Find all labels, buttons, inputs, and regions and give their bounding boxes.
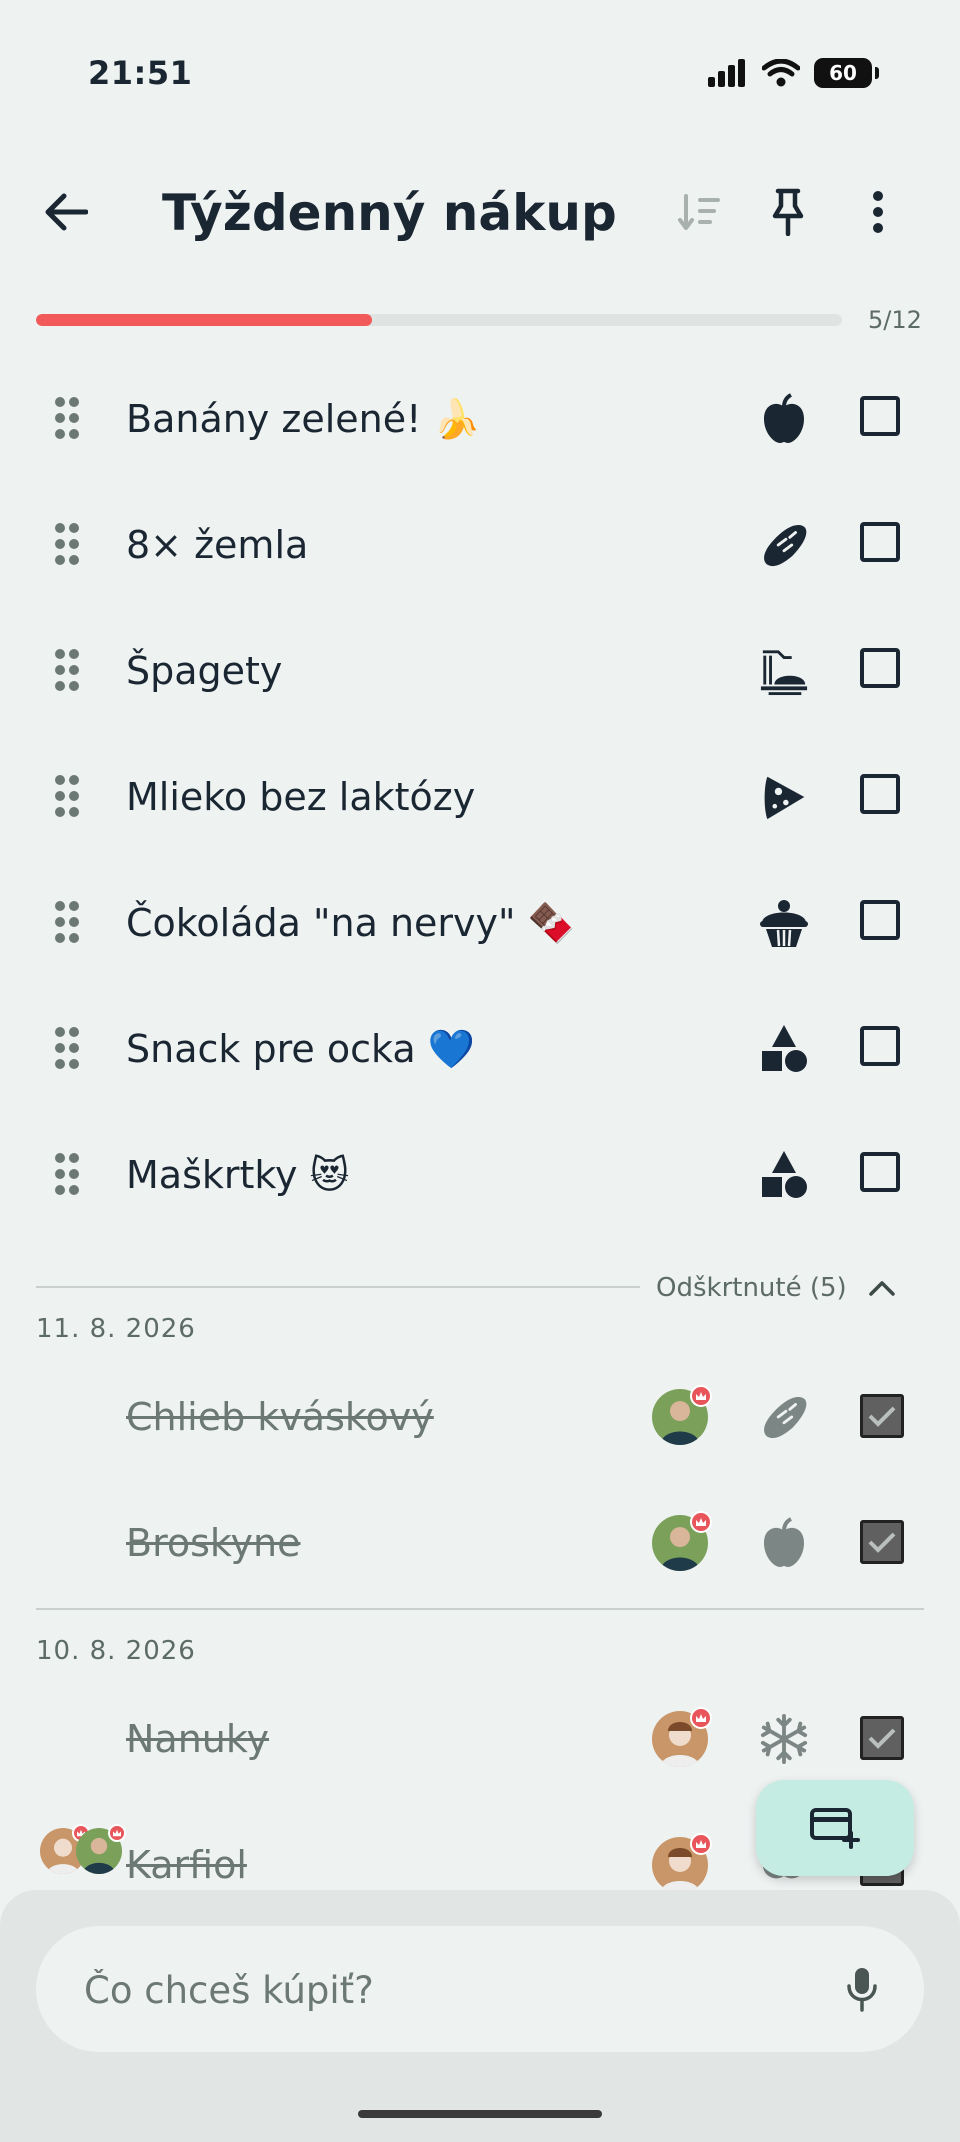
checked-item-label: Broskyne <box>126 1521 301 1565</box>
avatar <box>652 1385 712 1445</box>
list-item[interactable]: 8× žemla <box>0 482 960 608</box>
item-checkbox[interactable] <box>860 396 900 436</box>
shapes-icon[interactable] <box>756 1021 812 1077</box>
pin-icon <box>772 188 804 236</box>
battery-indicator: 60 <box>814 58 879 88</box>
status-time: 21:51 <box>88 54 193 92</box>
item-checkbox-checked[interactable] <box>860 1716 904 1760</box>
bread-icon[interactable] <box>756 517 812 573</box>
chevron-up-icon <box>868 1281 895 1296</box>
item-label: Maškrtky 😻 <box>126 1153 350 1197</box>
check-icon <box>868 1532 896 1553</box>
checked-section-toggle[interactable]: Odškrtnuté (5) <box>656 1270 895 1306</box>
drag-handle-icon[interactable] <box>52 648 82 692</box>
item-label: Mlieko bez laktózy <box>126 775 476 819</box>
add-item-input[interactable] <box>82 1926 786 2054</box>
more-options-button[interactable] <box>846 180 910 244</box>
item-checkbox-checked[interactable] <box>860 1520 904 1564</box>
item-checkbox[interactable] <box>860 900 900 940</box>
wifi-icon <box>762 59 800 87</box>
sort-button[interactable] <box>668 180 732 244</box>
drag-handle-icon[interactable] <box>52 774 82 818</box>
drag-handle-icon[interactable] <box>52 1026 82 1070</box>
avatar <box>652 1707 712 1767</box>
avatar-group <box>40 1824 130 1878</box>
list-item[interactable]: Banány zelené! 🍌 <box>0 356 960 482</box>
progress-fill <box>36 314 372 326</box>
snowflake-icon <box>756 1711 812 1767</box>
list-item[interactable]: Mlieko bez laktózy <box>0 734 960 860</box>
item-label: Špagety <box>126 649 283 693</box>
check-icon <box>868 1406 896 1427</box>
group-divider <box>36 1608 924 1610</box>
checked-item-label: Chlieb kváskový <box>126 1395 434 1439</box>
avatar <box>652 1511 712 1571</box>
mic-icon <box>847 1968 877 2012</box>
add-card-icon <box>810 1808 860 1849</box>
drag-handle-icon[interactable] <box>52 900 82 944</box>
crown-icon <box>690 1385 712 1407</box>
add-card-fab[interactable] <box>756 1780 914 1876</box>
progress-count: 5/12 <box>868 306 922 334</box>
list-item[interactable]: Maškrtky 😻 <box>0 1112 960 1238</box>
checked-item-label: Nanuky <box>126 1717 270 1761</box>
pasta-icon[interactable] <box>756 643 812 699</box>
add-item-bar[interactable] <box>36 1926 924 2054</box>
apple-icon[interactable] <box>756 391 812 447</box>
progress-bar <box>36 314 842 326</box>
section-divider <box>36 1286 640 1288</box>
more-vert-icon <box>873 191 883 233</box>
shapes-icon[interactable] <box>756 1147 812 1203</box>
item-label: Banány zelené! 🍌 <box>126 397 481 441</box>
signal-icon <box>708 59 745 87</box>
item-checkbox-checked[interactable] <box>860 1394 904 1438</box>
page-title: Týždenný nákup <box>162 184 617 242</box>
drag-handle-icon[interactable] <box>52 522 82 566</box>
sort-icon <box>678 194 720 230</box>
status-icons: 60 <box>708 58 879 88</box>
item-checkbox[interactable] <box>860 774 900 814</box>
group-date: 11. 8. 2026 <box>36 1314 196 1344</box>
crown-icon <box>690 1833 712 1855</box>
list-item[interactable]: Čokoláda "na nervy" 🍫 <box>0 860 960 986</box>
back-button[interactable] <box>30 176 102 248</box>
item-label: Čokoláda "na nervy" 🍫 <box>126 901 575 945</box>
item-checkbox[interactable] <box>860 522 900 562</box>
crown-icon <box>108 1824 126 1842</box>
drag-handle-icon[interactable] <box>52 396 82 440</box>
item-checkbox[interactable] <box>860 648 900 688</box>
avatar <box>76 1824 126 1874</box>
voice-input-button[interactable] <box>830 1957 894 2021</box>
crown-icon <box>690 1511 712 1533</box>
crown-icon <box>690 1707 712 1729</box>
item-checkbox[interactable] <box>860 1026 900 1066</box>
check-icon <box>868 1728 896 1749</box>
drag-handle-icon[interactable] <box>52 1152 82 1196</box>
list-item[interactable]: Špagety <box>0 608 960 734</box>
cheese-icon[interactable] <box>756 769 812 825</box>
item-label: 8× žemla <box>126 523 309 567</box>
home-indicator <box>358 2110 602 2118</box>
item-checkbox[interactable] <box>860 1152 900 1192</box>
item-label: Snack pre ocka 💙 <box>126 1027 475 1071</box>
cupcake-icon[interactable] <box>756 895 812 951</box>
apple-icon <box>756 1515 812 1571</box>
group-date: 10. 8. 2026 <box>36 1636 196 1666</box>
checked-list-item[interactable]: Chlieb kváskový <box>0 1354 960 1480</box>
pin-button[interactable] <box>756 180 820 244</box>
list-item[interactable]: Snack pre ocka 💙 <box>0 986 960 1112</box>
arrow-back-icon <box>45 193 88 231</box>
battery-level: 60 <box>829 61 857 85</box>
bread-icon <box>756 1389 812 1445</box>
checked-list-item[interactable]: Broskyne <box>0 1480 960 1606</box>
checked-section-label: Odškrtnuté (5) <box>656 1273 847 1303</box>
avatar <box>652 1833 712 1893</box>
